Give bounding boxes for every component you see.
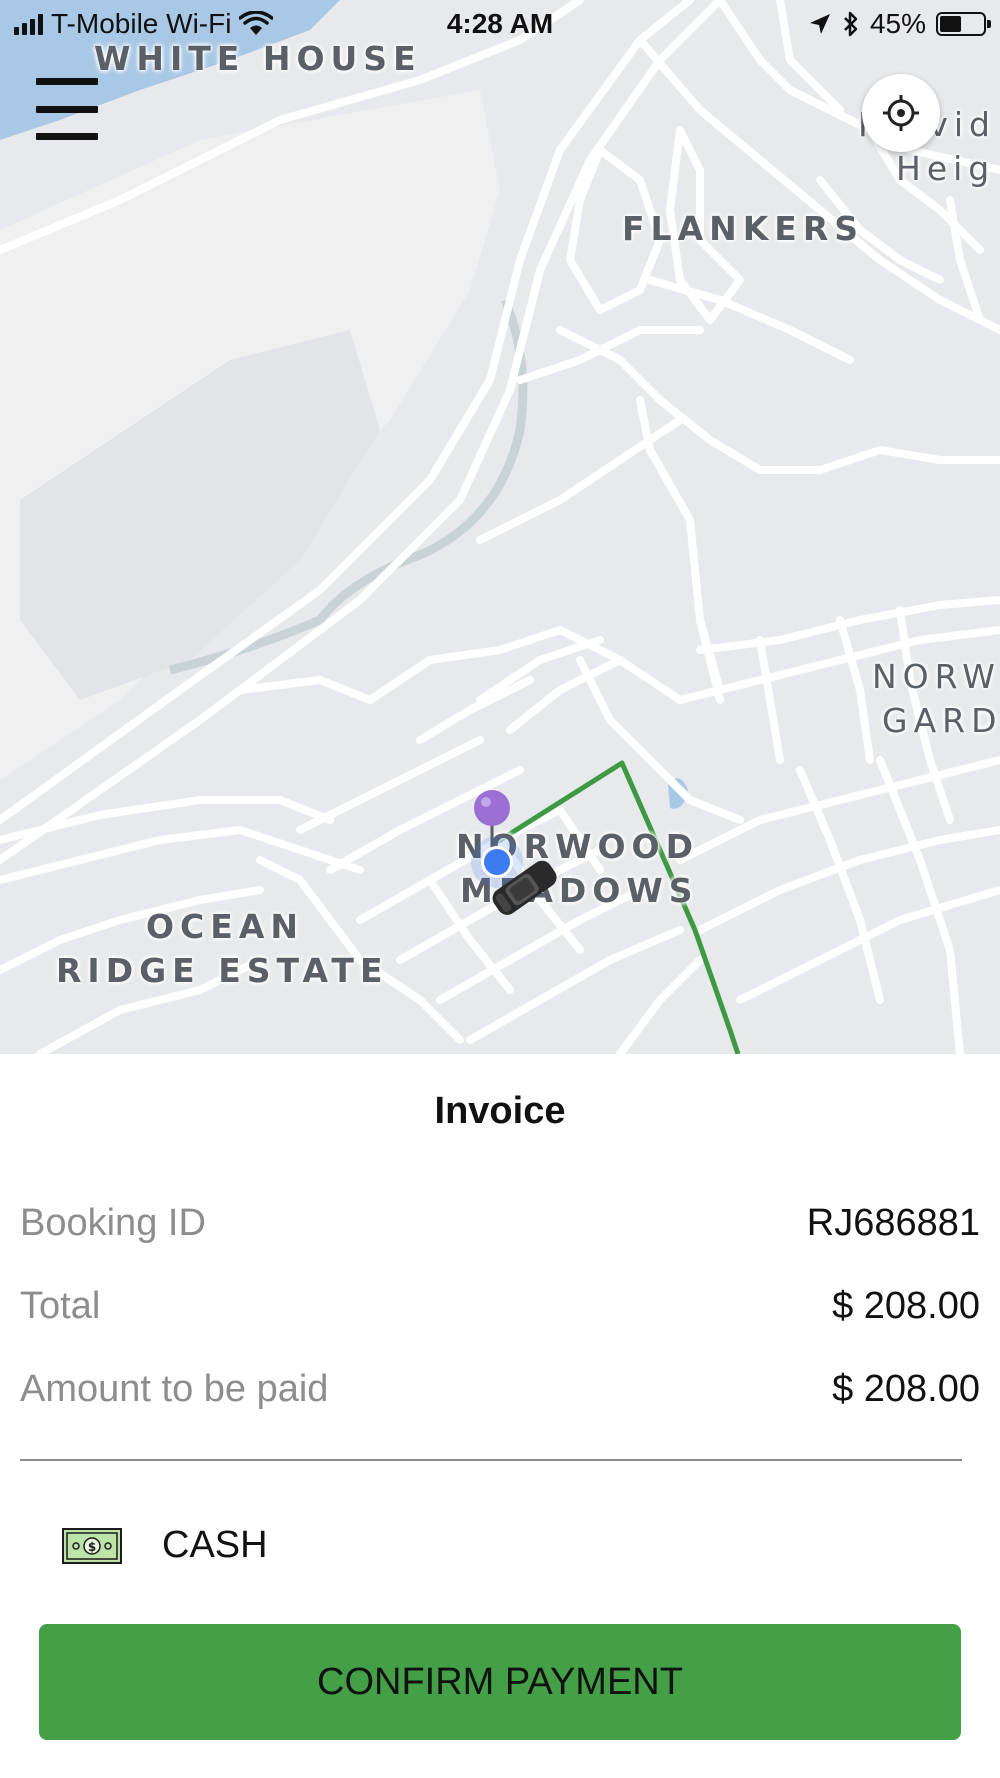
battery-percent: 45%	[869, 8, 926, 39]
map-label-norwood-gardens-2: GARD	[882, 701, 1000, 740]
map-view[interactable]: WHITE HOUSE FLANKERS Provid Heig NORW GA…	[0, 0, 1000, 1054]
map-label-flankers: FLANKERS	[622, 209, 865, 248]
booking-id-label: Booking ID	[20, 1201, 206, 1244]
svg-text:$: $	[88, 1540, 96, 1554]
booking-id-row: Booking ID RJ686881	[20, 1198, 980, 1248]
cash-banknote-icon: $	[62, 1527, 122, 1564]
bluetooth-icon	[844, 11, 858, 37]
confirm-payment-button[interactable]: CONFIRM PAYMENT	[39, 1624, 961, 1740]
amount-to-pay-label: Amount to be paid	[20, 1367, 329, 1410]
car-icon	[492, 860, 557, 915]
total-value: $ 208.00	[832, 1284, 980, 1327]
crosshair-locate-icon[interactable]	[862, 74, 940, 152]
invoice-title: Invoice	[434, 1090, 566, 1132]
divider	[20, 1459, 962, 1461]
battery-fill	[940, 16, 961, 32]
map-label-ocean-ridge-2: RIDGE ESTATE	[56, 951, 389, 990]
total-row: Total $ 208.00	[20, 1281, 980, 1331]
amount-to-pay-row: Amount to be paid $ 208.00	[20, 1364, 980, 1414]
hamburger-menu-icon[interactable]	[36, 78, 98, 140]
status-bar: T-Mobile Wi-Fi 4:28 AM 45%	[0, 0, 1000, 50]
battery-icon	[936, 12, 991, 36]
status-right: 45%	[808, 8, 991, 40]
booking-id-value: RJ686881	[806, 1201, 980, 1244]
amount-to-pay-value: $ 208.00	[832, 1367, 980, 1410]
payment-method-label: CASH	[162, 1524, 268, 1566]
payment-method-cash[interactable]: $ CASH	[62, 1524, 268, 1567]
map-label-ocean-ridge-1: OCEAN	[146, 907, 304, 946]
location-arrow-icon	[809, 14, 830, 34]
map-label-norwood-gardens-1: NORW	[872, 657, 1000, 696]
invoice-panel: Invoice Booking ID RJ686881 Total $ 208.…	[0, 1054, 1000, 1778]
total-label: Total	[20, 1284, 101, 1327]
map-label-providence-2: Heig	[896, 149, 996, 188]
